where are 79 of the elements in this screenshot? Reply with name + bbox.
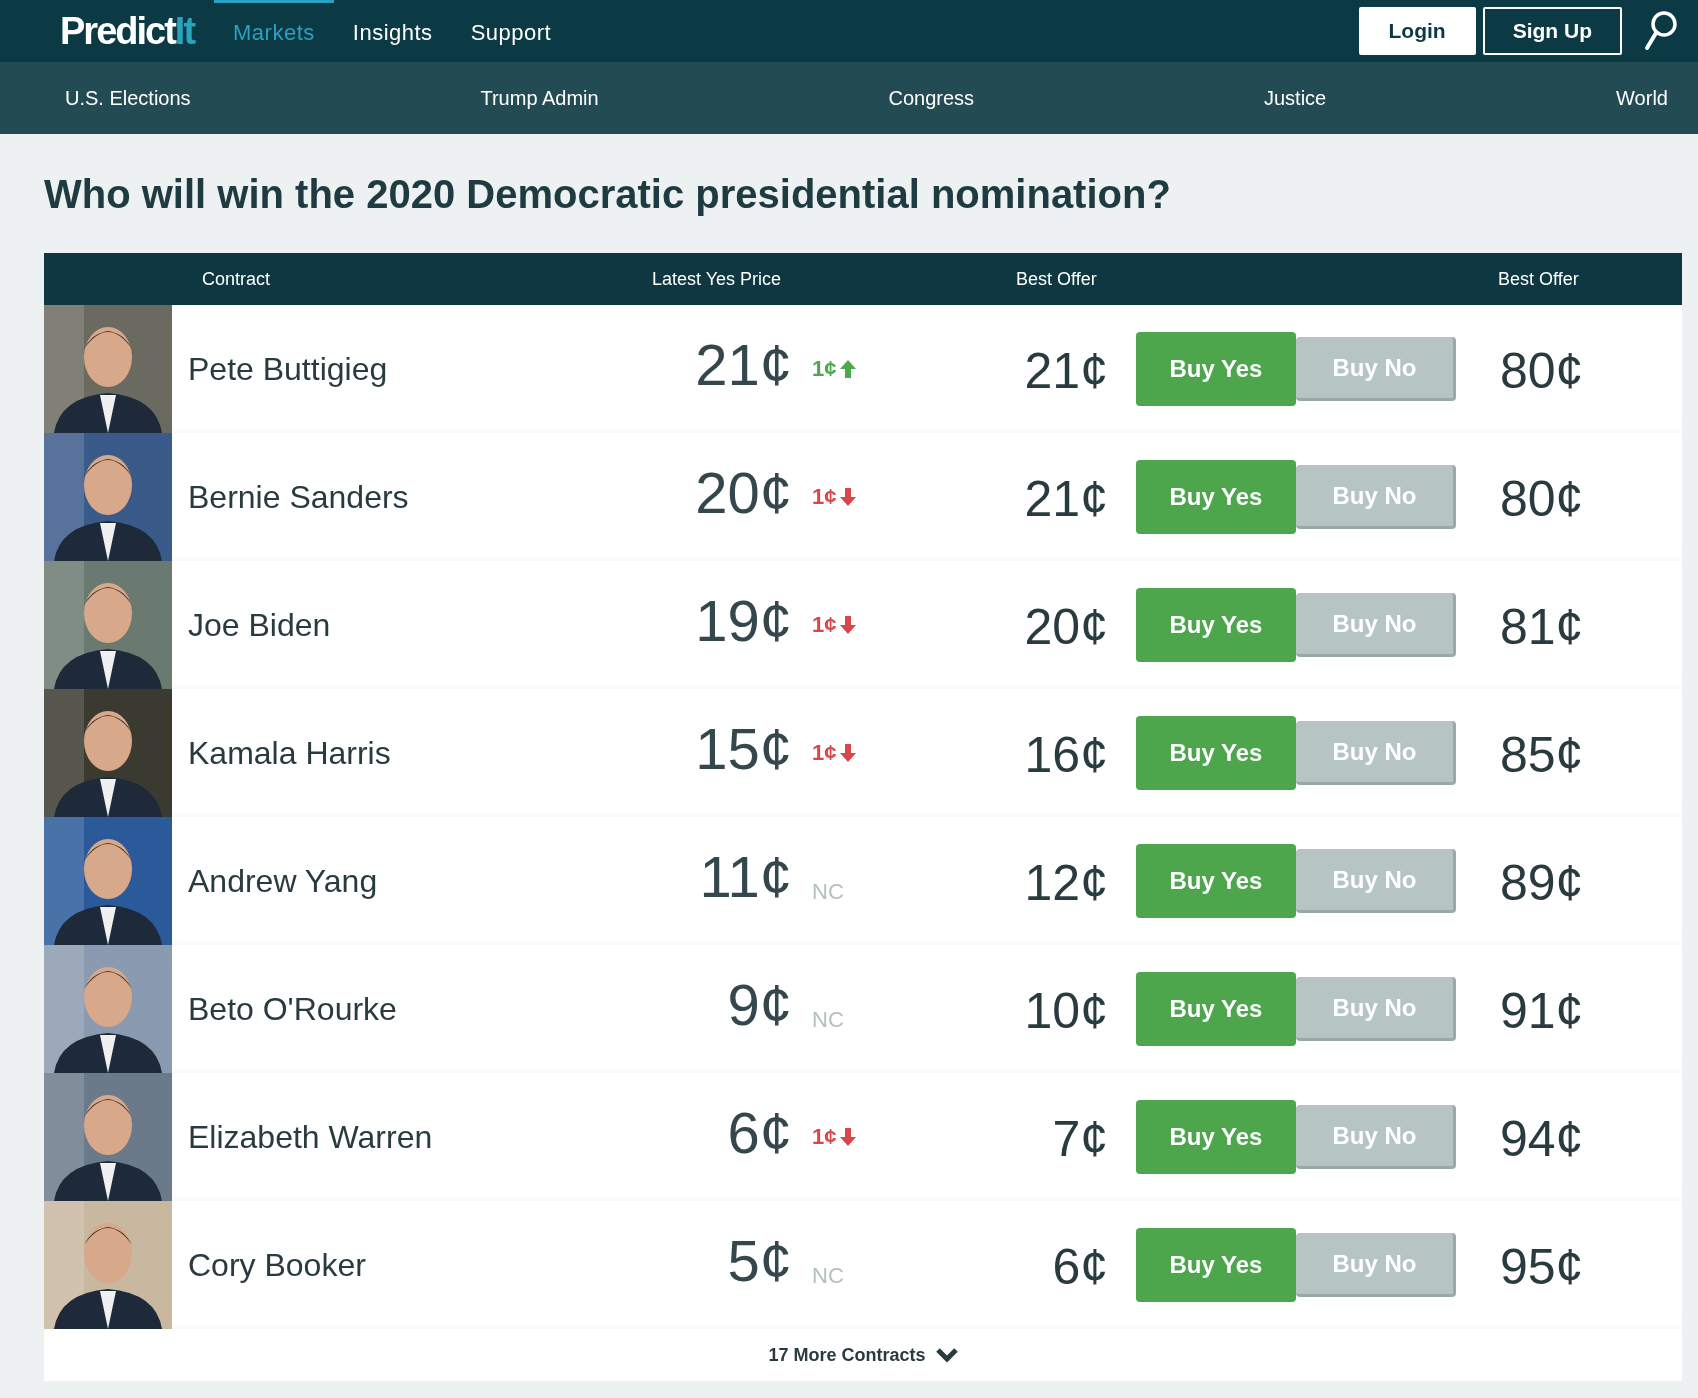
buy-no-button[interactable]: Buy No bbox=[1296, 1105, 1456, 1169]
chevron-down-icon[interactable] bbox=[935, 1347, 958, 1363]
yes-offer-price: 21¢ bbox=[1023, 342, 1108, 400]
latest-price: 5¢ bbox=[726, 1226, 792, 1294]
more-contracts-link[interactable]: 17 More Contracts bbox=[768, 1344, 926, 1366]
up-arrow-icon bbox=[839, 359, 858, 379]
search-icon[interactable] bbox=[1644, 10, 1678, 52]
yes-offer-price: 12¢ bbox=[1023, 854, 1108, 912]
down-arrow-icon bbox=[839, 615, 858, 635]
no-offer-price: 95¢ bbox=[1499, 1238, 1585, 1296]
no-offer-price: 89¢ bbox=[1499, 854, 1585, 912]
no-offer-price: 80¢ bbox=[1499, 342, 1585, 400]
contract-name: Joe Biden bbox=[187, 606, 332, 644]
down-arrow-icon bbox=[839, 1127, 858, 1147]
latest-price: 21¢ bbox=[694, 330, 792, 398]
down-arrow-icon bbox=[839, 487, 858, 507]
sign-up-button[interactable]: Sign Up bbox=[1482, 7, 1622, 55]
column-header: Best Offer bbox=[1497, 268, 1580, 290]
no-offer-price: 91¢ bbox=[1499, 982, 1585, 1040]
contract-name: Kamala Harris bbox=[187, 734, 392, 772]
contract-name: Pete Buttigieg bbox=[187, 350, 389, 388]
yes-offer-price: 10¢ bbox=[1023, 982, 1108, 1040]
no-offer-price: 85¢ bbox=[1499, 726, 1585, 784]
buy-yes-button[interactable]: Buy Yes bbox=[1136, 844, 1296, 918]
price-change: 1¢ bbox=[812, 1124, 837, 1150]
login-button[interactable]: Login bbox=[1358, 7, 1476, 55]
down-arrow-icon bbox=[839, 743, 858, 763]
no-offer-price: 80¢ bbox=[1499, 470, 1585, 528]
category-link[interactable]: Congress bbox=[888, 86, 975, 110]
buy-no-button[interactable]: Buy No bbox=[1296, 465, 1456, 529]
buy-yes-button[interactable]: Buy Yes bbox=[1136, 1100, 1296, 1174]
contract-name: Andrew Yang bbox=[187, 862, 379, 900]
page-title: Who will win the 2020 Democratic presidential nomination? bbox=[44, 171, 1172, 218]
price-change: 1¢ bbox=[812, 612, 837, 638]
buy-no-button[interactable]: Buy No bbox=[1296, 721, 1456, 785]
latest-price: 6¢ bbox=[726, 1098, 792, 1166]
latest-price: 15¢ bbox=[694, 714, 792, 782]
buy-yes-button[interactable]: Buy Yes bbox=[1136, 332, 1296, 406]
price-change: 1¢ bbox=[812, 740, 837, 766]
contract-name: Bernie Sanders bbox=[187, 478, 410, 516]
no-offer-price: 94¢ bbox=[1499, 1110, 1585, 1168]
contract-name: Elizabeth Warren bbox=[187, 1118, 434, 1156]
yes-offer-price: 21¢ bbox=[1023, 470, 1108, 528]
buy-no-button[interactable]: Buy No bbox=[1296, 593, 1456, 657]
contract-name: Beto O'Rourke bbox=[187, 990, 398, 1028]
buy-yes-button[interactable]: Buy Yes bbox=[1136, 588, 1296, 662]
latest-price: 20¢ bbox=[694, 458, 792, 526]
yes-offer-price: 6¢ bbox=[1051, 1238, 1108, 1296]
price-change: 1¢ bbox=[812, 356, 837, 382]
price-change: NC bbox=[812, 879, 844, 905]
buy-no-button[interactable]: Buy No bbox=[1296, 1233, 1456, 1297]
column-header: Best Offer bbox=[1015, 268, 1097, 290]
buy-no-button[interactable]: Buy No bbox=[1296, 977, 1456, 1041]
price-change: NC bbox=[812, 1263, 844, 1289]
yes-offer-price: 16¢ bbox=[1023, 726, 1108, 784]
nav-tab[interactable]: Insights bbox=[333, 0, 452, 62]
yes-offer-price: 7¢ bbox=[1051, 1110, 1108, 1168]
category-link[interactable]: Justice bbox=[1264, 86, 1327, 110]
buy-yes-button[interactable]: Buy Yes bbox=[1136, 1228, 1296, 1302]
contract-name: Cory Booker bbox=[187, 1246, 367, 1284]
buy-yes-button[interactable]: Buy Yes bbox=[1136, 460, 1296, 534]
category-link[interactable]: Trump Admin bbox=[480, 86, 599, 110]
buy-no-button[interactable]: Buy No bbox=[1296, 337, 1456, 401]
yes-offer-price: 20¢ bbox=[1023, 598, 1108, 656]
latest-price: 9¢ bbox=[726, 970, 792, 1038]
logo[interactable]: PredictIt bbox=[60, 9, 195, 53]
price-change: 1¢ bbox=[812, 484, 837, 510]
price-change: NC bbox=[812, 1007, 844, 1033]
buy-yes-button[interactable]: Buy Yes bbox=[1136, 716, 1296, 790]
latest-price: 11¢ bbox=[698, 842, 792, 910]
no-offer-price: 81¢ bbox=[1499, 598, 1585, 656]
nav-tab[interactable]: Support bbox=[451, 0, 571, 62]
column-header: Latest Yes Price bbox=[651, 268, 782, 290]
latest-price: 19¢ bbox=[694, 586, 792, 654]
buy-no-button[interactable]: Buy No bbox=[1296, 849, 1456, 913]
column-header: Contract bbox=[201, 268, 272, 290]
category-link[interactable]: World bbox=[1616, 86, 1668, 110]
buy-yes-button[interactable]: Buy Yes bbox=[1136, 972, 1296, 1046]
category-link[interactable]: U.S. Elections bbox=[65, 86, 191, 110]
